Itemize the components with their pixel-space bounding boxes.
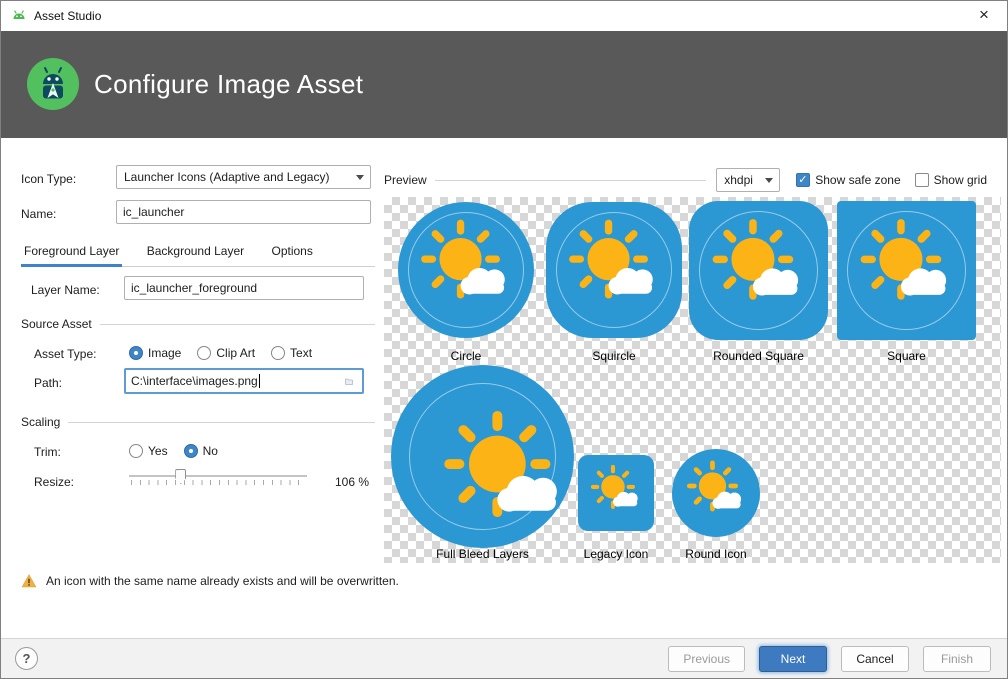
preview-round-icon (672, 449, 760, 537)
footer-bar: ? Previous Next Cancel Finish (1, 638, 1007, 678)
checkbox-box (915, 173, 929, 187)
slider-track (129, 475, 307, 477)
preview-rounded-square-icon (689, 201, 828, 340)
radio-circle (184, 444, 198, 458)
dialog-header: Configure Image Asset (1, 31, 1007, 138)
preview-label: Square (837, 349, 976, 363)
chevron-down-icon (356, 175, 364, 184)
source-asset-heading: Source Asset (21, 317, 375, 331)
icon-type-label: Icon Type: (21, 171, 76, 187)
radio-circle (271, 346, 285, 360)
android-studio-logo (26, 57, 80, 111)
asset-type-image-radio[interactable]: Image (129, 346, 181, 360)
radio-label: Clip Art (216, 346, 255, 360)
radio-circle (197, 346, 211, 360)
folder-icon (345, 375, 353, 388)
page-title: Configure Image Asset (94, 31, 363, 138)
show-safe-zone-checkbox[interactable]: Show safe zone (796, 173, 900, 187)
chevron-down-icon (765, 178, 773, 187)
warning-icon (21, 573, 37, 589)
tab-options[interactable]: Options (268, 237, 315, 267)
show-grid-checkbox[interactable]: Show grid (915, 173, 987, 187)
preview-label: Round Icon (656, 547, 776, 561)
resize-label: Resize: (34, 474, 74, 490)
preview-heading: Preview (384, 173, 427, 187)
radio-label: Image (148, 346, 181, 360)
trim-yes-radio[interactable]: Yes (129, 444, 168, 458)
asset-studio-dialog: Asset Studio × Configure Image Asset Ico… (0, 0, 1008, 679)
preview-label: Rounded Square (689, 349, 828, 363)
preview-circle-icon (398, 202, 534, 338)
warning-row: An icon with the same name already exist… (21, 573, 399, 589)
text-caret (259, 374, 260, 388)
asset-type-radio-group: Image Clip Art Text (129, 344, 312, 362)
density-value: xhdpi (724, 173, 753, 187)
next-button[interactable]: Next (759, 646, 827, 672)
radio-circle (129, 346, 143, 360)
preview-full-bleed-icon (391, 365, 574, 548)
warning-text: An icon with the same name already exist… (46, 574, 399, 588)
checkbox-label: Show safe zone (815, 173, 900, 187)
scaling-heading: Scaling (21, 415, 375, 429)
path-label: Path: (34, 375, 62, 391)
preview-legacy-icon (578, 455, 654, 531)
radio-circle (129, 444, 143, 458)
layer-name-input[interactable] (124, 276, 364, 300)
icon-type-value: Launcher Icons (Adaptive and Legacy) (124, 170, 329, 184)
previous-button[interactable]: Previous (668, 646, 745, 672)
icon-type-select[interactable]: Launcher Icons (Adaptive and Legacy) (116, 165, 371, 189)
tab-foreground-layer[interactable]: Foreground Layer (21, 237, 122, 267)
tab-background-layer[interactable]: Background Layer (144, 237, 247, 267)
layer-tabs: Foreground Layer Background Layer Option… (21, 237, 375, 267)
preview-square-icon (837, 201, 976, 340)
android-app-icon (11, 8, 27, 24)
density-select[interactable]: xhdpi (716, 168, 780, 192)
checkbox-box (796, 173, 810, 187)
checkbox-label: Show grid (934, 173, 987, 187)
divider (435, 180, 707, 181)
browse-folder-button[interactable] (339, 372, 359, 390)
radio-label: No (203, 444, 218, 458)
preview-area: Circle Squircle Rounded Square Square Fu… (384, 197, 1001, 563)
close-button[interactable]: × (961, 1, 1007, 31)
resize-slider (129, 467, 307, 489)
preview-label: Full Bleed Layers (391, 547, 574, 561)
footer-buttons: Previous Next Cancel Finish (668, 646, 991, 672)
radio-label: Yes (148, 444, 168, 458)
radio-label: Text (290, 346, 312, 360)
trim-label: Trim: (34, 444, 61, 460)
help-button[interactable]: ? (15, 647, 38, 670)
divider (100, 324, 375, 325)
titlebar: Asset Studio × (1, 1, 1007, 31)
layer-name-label: Layer Name: (31, 282, 100, 298)
path-input[interactable]: C:\interface\images.png (124, 368, 364, 394)
name-label: Name: (21, 206, 56, 222)
cancel-button[interactable]: Cancel (841, 646, 909, 672)
asset-type-clipart-radio[interactable]: Clip Art (197, 346, 255, 360)
preview-label: Circle (398, 349, 534, 363)
resize-value: 106 % (335, 474, 369, 490)
preview-header: Preview xhdpi Show safe zone Show grid (384, 167, 1001, 193)
trim-no-radio[interactable]: No (184, 444, 218, 458)
preview-squircle-icon (546, 202, 682, 338)
finish-button[interactable]: Finish (923, 646, 991, 672)
preview-label: Squircle (546, 349, 682, 363)
slider-ticks (131, 480, 307, 485)
path-value: C:\interface\images.png (131, 374, 258, 388)
asset-type-label: Asset Type: (34, 346, 96, 362)
asset-type-text-radio[interactable]: Text (271, 346, 312, 360)
divider (68, 422, 375, 423)
name-input[interactable] (116, 200, 371, 224)
trim-radio-group: Yes No (129, 442, 218, 460)
window-title: Asset Studio (34, 1, 101, 31)
